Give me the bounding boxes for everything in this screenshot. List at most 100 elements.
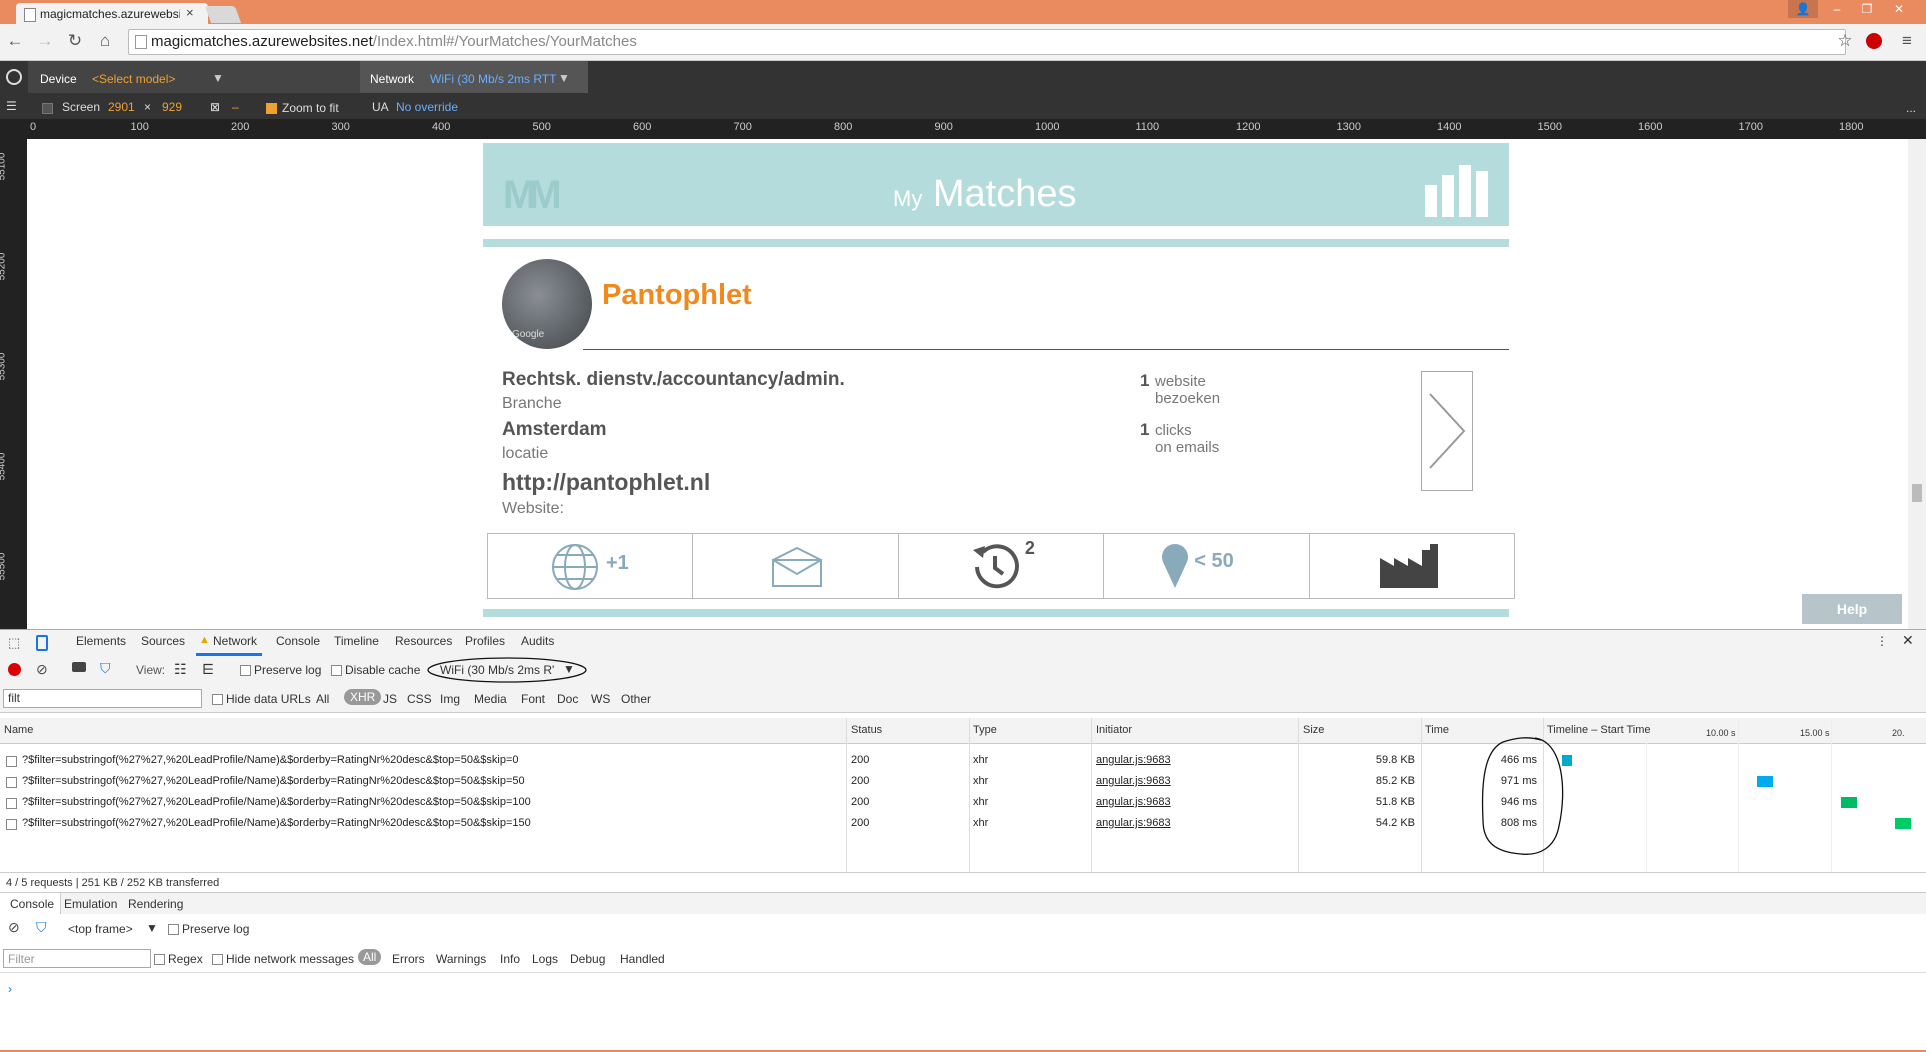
request-name[interactable]: ?$filter=substringof(%27%27,%20LeadProfi… [22, 754, 519, 766]
screen-checkbox[interactable] [42, 103, 53, 114]
close-devtools-icon[interactable]: ✕ [1902, 632, 1914, 649]
disable-cache-checkbox[interactable]: Disable cache [331, 663, 420, 677]
device-model-select[interactable]: <Select model> [92, 72, 175, 86]
filter-icon[interactable]: ⛉ [100, 660, 111, 677]
request-initiator[interactable]: angular.js:9683 [1096, 775, 1171, 787]
chevron-down-icon[interactable]: ▼ [146, 921, 158, 935]
filter-doc[interactable]: Doc [557, 692, 578, 706]
filter-xhr[interactable]: XHR [344, 689, 382, 705]
device-pixel-ratio[interactable]: – [232, 100, 239, 114]
filter-img[interactable]: Img [440, 692, 460, 706]
request-name[interactable]: ?$filter=substringof(%27%27,%20LeadProfi… [22, 796, 531, 808]
frame-select[interactable]: <top frame> [68, 922, 133, 936]
user-icon[interactable]: 👤 [1788, 0, 1818, 18]
swap-dimensions-icon[interactable]: ⊠ [210, 100, 220, 114]
clear-icon[interactable]: ⊘ [36, 661, 48, 678]
drawer-tab-rendering[interactable]: Rendering [128, 897, 183, 911]
filter-js[interactable]: JS [383, 692, 397, 706]
reload-icon[interactable]: ↻ [64, 30, 86, 52]
network-select[interactable]: WiFi (30 Mb/s 2ms RTT [430, 72, 556, 86]
drawer-tab-console[interactable]: Console [0, 893, 62, 915]
screen-width-input[interactable]: 2901 [108, 100, 135, 114]
website-action[interactable]: +1 [488, 534, 694, 598]
back-icon[interactable]: ← [4, 30, 26, 52]
kebab-menu-icon[interactable]: ⋮ [1876, 634, 1888, 648]
column-time[interactable]: Time [1425, 724, 1449, 736]
request-name[interactable]: ?$filter=substringof(%27%27,%20LeadProfi… [22, 775, 525, 787]
tab-network[interactable]: Network [213, 634, 257, 648]
company-name[interactable]: Pantophlet [602, 279, 752, 312]
level-warnings[interactable]: Warnings [436, 952, 486, 966]
screen-height-input[interactable]: 929 [162, 100, 182, 114]
chevron-down-icon[interactable]: ▼ [558, 71, 570, 85]
large-rows-icon[interactable]: ☷ [174, 661, 187, 678]
page-scrollbar[interactable] [1908, 139, 1926, 629]
tab-resources[interactable]: Resources [395, 634, 452, 648]
menu-icon[interactable]: ≡ [1896, 30, 1918, 52]
level-handled[interactable]: Handled [620, 952, 665, 966]
row-select-checkbox[interactable] [6, 756, 17, 767]
restore-button[interactable]: ❐ [1852, 0, 1882, 18]
zoom-checkbox[interactable] [266, 103, 277, 114]
level-debug[interactable]: Debug [570, 952, 605, 966]
level-info[interactable]: Info [500, 952, 520, 966]
filter-input[interactable]: filt [3, 689, 202, 708]
row-select-checkbox[interactable] [6, 798, 17, 809]
hide-network-checkbox[interactable]: Hide network messages [212, 952, 354, 966]
timeline-bar[interactable] [1757, 776, 1774, 787]
next-button[interactable] [1421, 371, 1473, 491]
distance-action[interactable]: < 50 [1104, 534, 1310, 598]
row-select-checkbox[interactable] [6, 777, 17, 788]
bar-chart-icon[interactable] [1425, 165, 1489, 217]
tab-sources[interactable]: Sources [141, 634, 185, 648]
column-size[interactable]: Size [1303, 724, 1324, 736]
overview-icon[interactable]: ⋿ [202, 661, 214, 678]
tab-audits[interactable]: Audits [521, 634, 554, 648]
camera-icon[interactable] [72, 662, 86, 672]
bookmark-star-icon[interactable]: ☆ [1834, 30, 1856, 52]
chevron-down-icon[interactable]: ▼ [212, 71, 224, 85]
tab-profiles[interactable]: Profiles [465, 634, 505, 648]
disable-emulation-icon[interactable] [6, 69, 22, 85]
website-link[interactable]: http://pantophlet.nl [502, 469, 710, 496]
console-filter-input[interactable]: Filter [3, 949, 151, 968]
scrollbar-thumb[interactable] [1912, 484, 1922, 502]
minimize-button[interactable]: – [1822, 0, 1852, 18]
filter-other[interactable]: Other [621, 692, 651, 706]
email-action[interactable] [693, 534, 899, 598]
new-tab-button[interactable] [204, 6, 242, 23]
tab-elements[interactable]: Elements [76, 634, 126, 648]
home-icon[interactable]: ⌂ [94, 30, 116, 52]
request-initiator[interactable]: angular.js:9683 [1096, 796, 1171, 808]
filter-css[interactable]: CSS [407, 692, 432, 706]
close-window-button[interactable]: ✕ [1884, 0, 1914, 18]
close-tab-icon[interactable]: × [186, 5, 194, 20]
clear-console-icon[interactable]: ⊘ [8, 919, 20, 936]
timeline-bar[interactable] [1894, 818, 1911, 829]
drawer-tab-emulation[interactable]: Emulation [64, 897, 117, 911]
extension-icon[interactable] [1866, 33, 1882, 49]
filter-all[interactable]: All [316, 692, 329, 706]
row-select-checkbox[interactable] [6, 819, 17, 830]
help-button[interactable]: Help [1802, 594, 1902, 624]
filter-icon[interactable]: ⛉ [36, 919, 47, 936]
device-mode-icon[interactable] [36, 635, 48, 651]
industry-action[interactable] [1310, 534, 1514, 598]
url-bar[interactable]: magicmatches.azurewebsites.net/Index.htm… [128, 29, 1846, 55]
record-icon[interactable] [8, 663, 21, 676]
more-icon[interactable]: ... [1906, 101, 1916, 115]
browser-tab[interactable]: magicmatches.azurewebsi × [16, 3, 208, 25]
level-logs[interactable]: Logs [532, 952, 558, 966]
tab-console[interactable]: Console [276, 634, 320, 648]
options-icon[interactable]: ☰ [6, 99, 17, 113]
forward-icon[interactable]: → [34, 30, 56, 52]
tab-timeline[interactable]: Timeline [334, 634, 379, 648]
column-name[interactable]: Name [4, 724, 33, 736]
column-status[interactable]: Status [851, 724, 882, 736]
history-action[interactable]: 2 [899, 534, 1105, 598]
request-initiator[interactable]: angular.js:9683 [1096, 754, 1171, 766]
hide-data-urls-checkbox[interactable]: Hide data URLs [212, 692, 311, 706]
level-all[interactable]: All [358, 949, 382, 965]
level-errors[interactable]: Errors [392, 952, 425, 966]
request-name[interactable]: ?$filter=substringof(%27%27,%20LeadProfi… [22, 817, 531, 829]
